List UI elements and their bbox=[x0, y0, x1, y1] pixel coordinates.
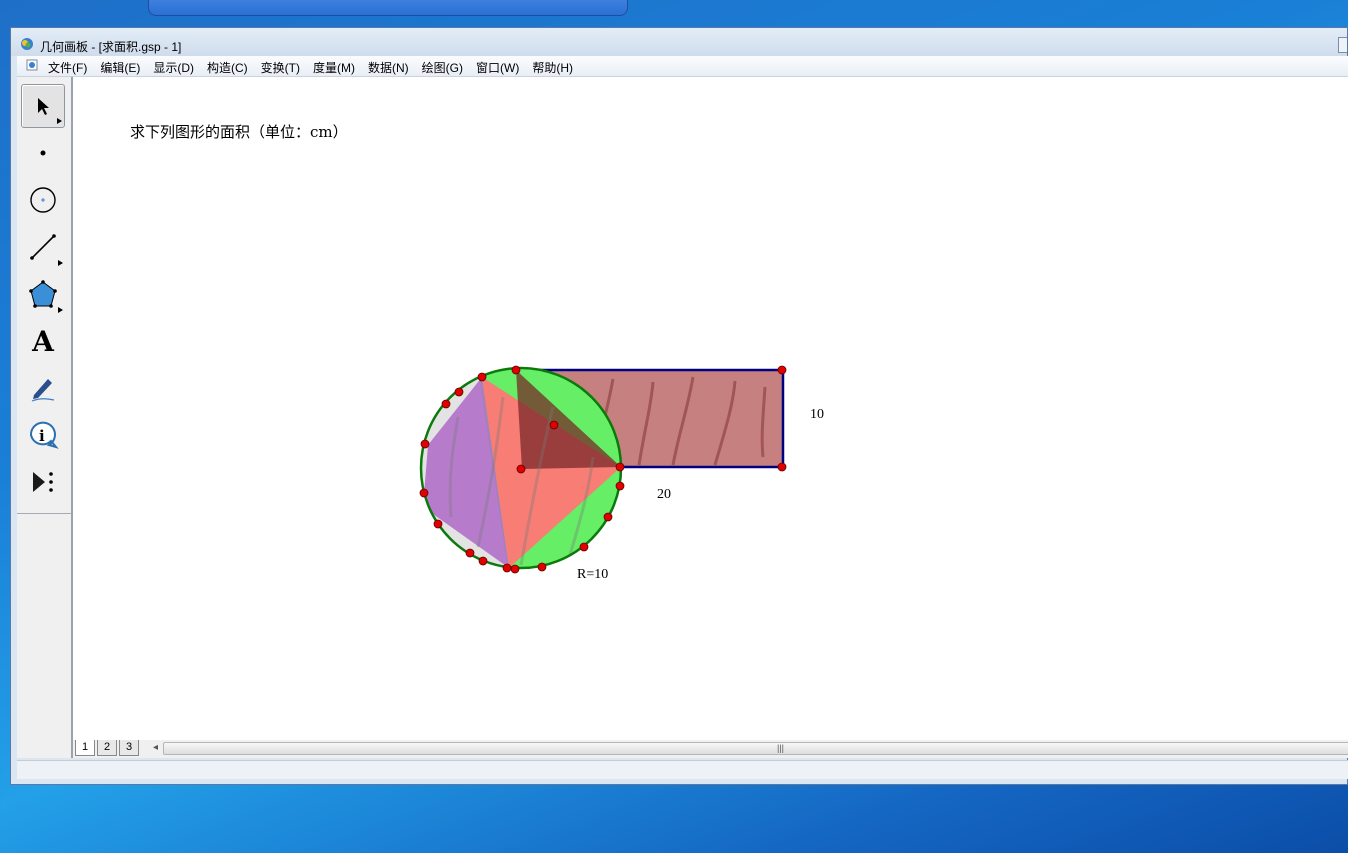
menu-measure[interactable]: 度量(M) bbox=[313, 59, 355, 76]
text-tool[interactable]: A bbox=[21, 319, 65, 363]
page-bar: 1 2 3 ◂ ||| bbox=[73, 740, 1348, 758]
status-bar bbox=[17, 760, 1348, 779]
menu-data[interactable]: 数据(N) bbox=[368, 59, 409, 76]
document-icon[interactable] bbox=[26, 59, 38, 71]
menu-edit[interactable]: 编辑(E) bbox=[100, 59, 140, 76]
client-area: A i 求下列图形的面积（单位：cm） 10 20 R=10 1 2 3 ◂ |… bbox=[17, 77, 1348, 758]
segment-icon bbox=[30, 234, 56, 260]
toolbox-divider bbox=[17, 513, 71, 514]
circle-icon bbox=[30, 187, 56, 213]
point-tool[interactable] bbox=[21, 131, 65, 175]
horizontal-scrollbar[interactable]: ||| bbox=[163, 742, 1348, 755]
info-bubble-icon: i bbox=[29, 421, 59, 449]
polygon-tool[interactable] bbox=[21, 272, 65, 316]
submenu-indicator-icon bbox=[58, 307, 63, 313]
menu-help[interactable]: 帮助(H) bbox=[532, 59, 573, 76]
point-icon bbox=[40, 150, 46, 156]
submenu-indicator-icon bbox=[57, 118, 62, 124]
toolbox: A i bbox=[17, 77, 73, 758]
submenu-indicator-icon bbox=[58, 260, 63, 266]
play-custom-icon bbox=[33, 472, 53, 492]
arrow-cursor-icon bbox=[38, 98, 49, 115]
svg-text:i: i bbox=[39, 427, 45, 445]
scroll-left-icon[interactable]: ◂ bbox=[153, 742, 158, 753]
pentagon-icon bbox=[29, 280, 57, 308]
menu-bar: 文件(F) 编辑(E) 显示(D) 构造(C) 变换(T) 度量(M) 数据(N… bbox=[17, 56, 1348, 77]
page-tab-3[interactable]: 3 bbox=[119, 740, 139, 756]
menu-graph[interactable]: 绘图(G) bbox=[422, 59, 463, 76]
page-tab-2[interactable]: 2 bbox=[97, 740, 117, 756]
window-controls-edge[interactable] bbox=[1338, 37, 1347, 53]
marker-tool[interactable] bbox=[21, 366, 65, 410]
menu-window[interactable]: 窗口(W) bbox=[476, 59, 519, 76]
radius-label[interactable]: R=10 bbox=[577, 567, 608, 583]
information-tool[interactable]: i bbox=[21, 413, 65, 457]
app-window: 几何画板 - [求面积.gsp - 1] 文件(F) 编辑(E) 显示(D) 构… bbox=[10, 27, 1348, 785]
straightedge-tool[interactable] bbox=[21, 225, 65, 269]
text-a-icon: A bbox=[32, 324, 54, 358]
page-tab-1[interactable]: 1 bbox=[75, 740, 95, 756]
arrow-select-tool[interactable] bbox=[21, 84, 65, 128]
compass-tool[interactable] bbox=[21, 178, 65, 222]
sketch-canvas[interactable]: 求下列图形的面积（单位：cm） 10 20 R=10 bbox=[73, 77, 1348, 740]
menu-display[interactable]: 显示(D) bbox=[153, 59, 194, 76]
geometry-figure bbox=[419, 365, 787, 574]
height-label[interactable]: 10 bbox=[810, 407, 824, 423]
menu-transform[interactable]: 变换(T) bbox=[261, 59, 300, 76]
menu-construct[interactable]: 构造(C) bbox=[207, 59, 248, 76]
title-bar[interactable]: 几何画板 - [求面积.gsp - 1] bbox=[11, 28, 1347, 56]
taskbar-top-strip bbox=[148, 0, 628, 16]
width-label[interactable]: 20 bbox=[657, 487, 671, 503]
scroll-grip-icon: ||| bbox=[777, 743, 785, 753]
marker-pen-icon bbox=[31, 379, 55, 402]
sketchpad-logo-icon bbox=[21, 38, 33, 50]
window-title: 几何画板 - [求面积.gsp - 1] bbox=[40, 40, 182, 54]
custom-tools[interactable] bbox=[21, 460, 65, 504]
menu-file[interactable]: 文件(F) bbox=[48, 59, 87, 76]
